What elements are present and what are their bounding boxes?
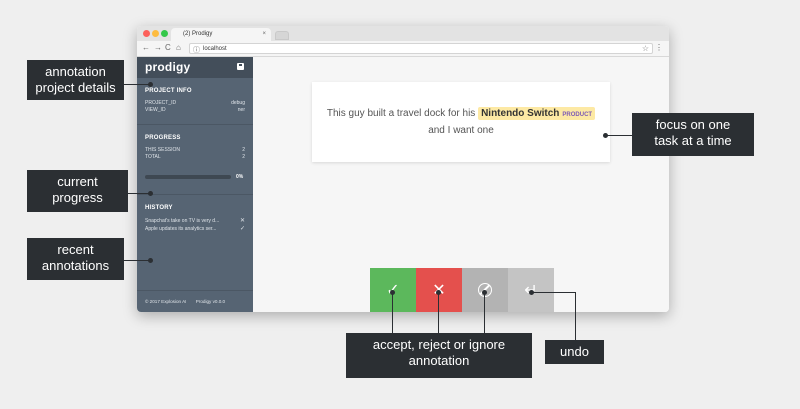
progress-title: PROGRESS <box>145 135 181 141</box>
connector-dot <box>603 133 608 138</box>
action-buttons: ✓ ✕ ↵ <box>370 268 554 312</box>
url-text: localhost <box>203 46 227 52</box>
callout-current-progress: current progress <box>27 170 128 212</box>
back-arrow-icon[interactable]: ← <box>142 43 150 52</box>
app-content: prodigy PROJECT INFO PROJECT_ID debug VI… <box>137 57 669 312</box>
tab-title: (2) Prodigy <box>183 31 213 37</box>
reject-mark-icon: ✕ <box>239 218 245 224</box>
task-card: This guy built a travel dock for his Nin… <box>312 82 610 162</box>
address-bar[interactable]: ⓘ localhost ☆ <box>189 43 653 54</box>
progress-bar-row: 0% <box>145 174 245 194</box>
connector-line <box>128 193 150 194</box>
entity-label: PRODUCT <box>562 112 593 118</box>
info-icon[interactable]: ⓘ <box>193 45 200 55</box>
home-icon[interactable]: ⌂ <box>176 43 181 52</box>
history-item[interactable]: Apple updates its analytics ser... ✓ <box>145 225 245 233</box>
reload-icon[interactable]: C <box>165 43 171 52</box>
task-text-before: This guy built a travel dock for his <box>326 108 476 119</box>
project-info-row: PROJECT_ID debug <box>145 100 245 106</box>
browser-tab[interactable]: (2) Prodigy × <box>171 28 271 41</box>
main-area: This guy built a travel dock for his Nin… <box>253 57 669 312</box>
browser-menu-icon[interactable]: ⋮ <box>655 43 663 52</box>
project-info-section: PROJECT INFO PROJECT_ID debug VIEW_ID ne… <box>137 78 253 125</box>
zoom-window-button[interactable] <box>161 30 168 37</box>
minimize-window-button[interactable] <box>152 30 159 37</box>
connector-line <box>606 135 632 136</box>
connector-dot <box>529 290 534 295</box>
project-info-title: PROJECT INFO <box>145 88 192 94</box>
callout-recent-annotations: recent annotations <box>27 238 124 280</box>
tab-close-icon[interactable]: × <box>262 31 266 37</box>
callout-focus: focus on one task at a time <box>632 113 754 156</box>
connector-line <box>124 84 150 85</box>
connector-dot <box>482 290 487 295</box>
connector-line <box>532 292 576 293</box>
history-section: HISTORY Snapchat's take on TV is very d.… <box>137 195 253 233</box>
browser-window: (2) Prodigy × ← → C ⌂ ⓘ localhost ☆ ⋮ pr… <box>137 26 669 312</box>
connector-dot <box>148 191 153 196</box>
task-text-after: and I want one <box>428 125 494 136</box>
callout-accept-reject-ignore: accept, reject or ignore annotation <box>346 333 532 378</box>
sidebar-footer: © 2017 Explosion AI Prodigy v0.0.0 <box>137 290 253 312</box>
version: Prodigy v0.0.0 <box>195 299 226 304</box>
connector-dot <box>390 290 395 295</box>
connector-line <box>438 292 439 333</box>
new-tab-button[interactable] <box>275 31 289 40</box>
title-bar: (2) Prodigy × <box>137 26 669 41</box>
progress-row: THIS SESSION 2 <box>145 147 245 153</box>
connector-line <box>392 292 393 333</box>
copyright: © 2017 Explosion AI <box>145 299 187 304</box>
connector-dot <box>148 82 153 87</box>
connector-line <box>575 292 576 340</box>
prodigy-logo: prodigy <box>145 60 191 74</box>
callout-undo: undo <box>545 340 604 364</box>
connector-dot <box>148 258 153 263</box>
save-icon[interactable] <box>237 63 244 70</box>
connector-line <box>484 292 485 333</box>
sidebar: prodigy PROJECT INFO PROJECT_ID debug VI… <box>137 57 253 312</box>
project-info-row: VIEW_ID ner <box>145 107 245 113</box>
entity-span[interactable]: Nintendo Switch PRODUCT <box>478 107 596 120</box>
bookmark-star-icon[interactable]: ☆ <box>642 44 649 53</box>
progress-row: TOTAL 2 <box>145 154 245 160</box>
forward-arrow-icon[interactable]: → <box>154 43 162 52</box>
close-window-button[interactable] <box>143 30 150 37</box>
sidebar-header: prodigy <box>137 57 253 78</box>
history-title: HISTORY <box>145 205 173 211</box>
accept-mark-icon: ✓ <box>239 226 245 232</box>
connector-line <box>124 260 150 261</box>
progress-bar <box>145 175 231 179</box>
history-item[interactable]: Snapchat's take on TV is very d... ✕ <box>145 217 245 225</box>
connector-dot <box>436 290 441 295</box>
progress-section: PROGRESS THIS SESSION 2 TOTAL 2 0% <box>137 125 253 195</box>
callout-project-details: annotation project details <box>27 60 124 100</box>
browser-toolbar: ← → C ⌂ ⓘ localhost ☆ ⋮ <box>137 41 669 57</box>
progress-percent: 0% <box>236 174 244 180</box>
